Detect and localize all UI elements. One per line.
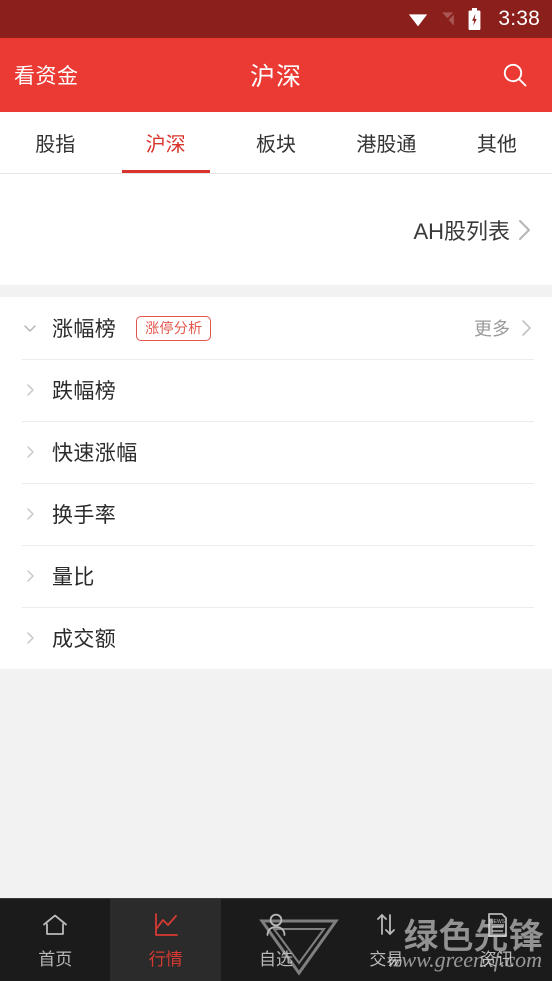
app-bar: 看资金 沪深: [0, 38, 552, 112]
tab-label: 股指: [35, 134, 76, 156]
nav-label: 交易: [369, 950, 404, 969]
list-item-label: 快速涨幅: [52, 442, 138, 465]
nav-label: 自选: [259, 950, 294, 969]
bottom-navigation: 首页 行情 自选 交易 NEWS 资讯: [0, 898, 552, 981]
page-title: 沪深: [249, 63, 302, 91]
limit-up-analysis-badge[interactable]: 涨停分析: [136, 315, 212, 341]
nav-item-watchlist[interactable]: 自选: [221, 899, 331, 981]
list-item-huanshoulv[interactable]: 换手率: [0, 483, 552, 545]
chevron-right-icon: [22, 444, 38, 460]
list-item-label: 换手率: [52, 504, 117, 527]
chevron-right-icon: [22, 568, 38, 584]
list-item-liangbi[interactable]: 量比: [0, 545, 552, 607]
tab-bankuai[interactable]: 板块: [221, 112, 331, 173]
ah-stock-list-label: AH股列表: [413, 218, 510, 244]
person-icon: [261, 910, 291, 940]
nav-item-news[interactable]: NEWS 资讯: [442, 899, 552, 981]
chart-line-icon: [151, 910, 181, 940]
nav-item-trade[interactable]: 交易: [331, 899, 441, 981]
more-link[interactable]: 更多: [474, 315, 534, 341]
list-item-zhangfubang[interactable]: 涨幅榜 涨停分析 更多: [0, 297, 552, 359]
list-item-diefubang[interactable]: 跌幅榜: [0, 359, 552, 421]
chevron-right-icon: [519, 219, 530, 240]
nav-label: 资讯: [479, 950, 514, 969]
battery-charging-icon: [468, 8, 481, 30]
search-button[interactable]: [498, 58, 532, 92]
ranking-list: 涨幅榜 涨停分析 更多 跌幅榜 快速涨幅 换手率 量比 成交额: [0, 297, 552, 669]
signal-icon: [440, 10, 457, 28]
more-label: 更多: [474, 319, 510, 339]
svg-text:NEWS: NEWS: [490, 919, 506, 925]
list-item-label: 量比: [52, 566, 95, 589]
tab-label: 板块: [256, 134, 297, 156]
chevron-right-icon: [22, 382, 38, 398]
wifi-icon: [409, 14, 428, 27]
tab-label: 其他: [476, 134, 517, 156]
nav-item-quotes[interactable]: 行情: [110, 899, 221, 981]
chevron-right-icon: [22, 506, 38, 522]
empty-area: [0, 669, 552, 898]
list-item-label: 跌幅榜: [52, 380, 117, 403]
fund-flow-button[interactable]: 看资金: [14, 60, 79, 90]
category-tabs: 股指 沪深 板块 港股通 其他: [0, 112, 552, 174]
search-icon: [503, 63, 527, 87]
tab-label: 港股通: [356, 134, 417, 156]
transfer-arrows-icon: [371, 910, 401, 940]
chevron-right-icon: [522, 320, 531, 336]
news-icon: NEWS: [482, 910, 512, 940]
tab-qita[interactable]: 其他: [442, 112, 552, 173]
status-icon-group: 3:38: [407, 7, 540, 31]
tab-ganggutong[interactable]: 港股通: [331, 112, 441, 173]
nav-item-home[interactable]: 首页: [0, 899, 110, 981]
status-time: 3:38: [498, 7, 540, 30]
list-item-label: 成交额: [52, 628, 117, 651]
tab-label: 沪深: [145, 134, 186, 156]
tab-guzhi[interactable]: 股指: [0, 112, 110, 173]
list-item-chengjiaoe[interactable]: 成交额: [0, 607, 552, 669]
chevron-down-icon: [22, 320, 38, 336]
home-icon: [40, 910, 70, 940]
nav-label: 首页: [38, 950, 73, 969]
ah-stock-list-link[interactable]: AH股列表: [413, 214, 534, 246]
nav-label: 行情: [148, 950, 183, 969]
section-divider: [0, 285, 552, 297]
chevron-right-icon: [22, 630, 38, 646]
status-bar: 3:38: [0, 0, 552, 38]
list-item-kuaisuzhangfu[interactable]: 快速涨幅: [0, 421, 552, 483]
ah-stock-panel: AH股列表: [0, 174, 552, 285]
app-root: 3:38 看资金 沪深 股指 沪深 板块 港股通 其他 AH股列表 涨幅榜 涨停…: [0, 0, 552, 981]
tab-hushen[interactable]: 沪深: [110, 112, 220, 173]
list-item-label: 涨幅榜: [52, 318, 117, 341]
